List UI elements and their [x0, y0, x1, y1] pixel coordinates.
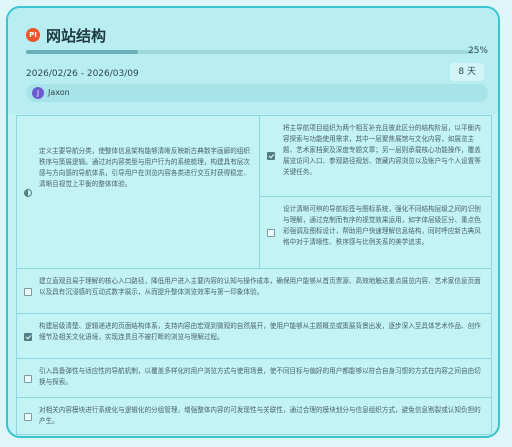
assignee-chip[interactable]: J Jaxon	[26, 84, 488, 102]
task-item[interactable]: 构建层级清楚、逻辑递进的页面结构体系，支持内容由宏观到微观的自然展开，使用户能够…	[16, 313, 492, 359]
card-header: PI 网站结构 25% 2026/02/26 - 2026/03/09 8 天 …	[8, 8, 498, 114]
task-checkbox[interactable]	[24, 333, 32, 341]
task-text: 定义主要导航分类，使整体信息架构能够清晰反映新古典数字画廊的组织秩序与策展逻辑。…	[39, 147, 250, 188]
page-title: 网站结构	[46, 27, 107, 45]
progress-percent: 25%	[467, 46, 488, 56]
task-text: 引入具备弹性与适应性的导航机制，以覆盖多样化的用户浏览方式与使用场景，使不同目标…	[39, 367, 481, 386]
task-item[interactable]: 引入具备弹性与适应性的导航机制，以覆盖多样化的用户浏览方式与使用场景，使不同目标…	[16, 358, 492, 398]
assignee-name: Jaxon	[48, 88, 70, 97]
task-checkbox[interactable]	[267, 152, 275, 160]
avatar: J	[32, 87, 44, 99]
task-text: 建立直观且易于理解的核心入口路径，降低用户进入主要内容的认知与操作成本，确保用户…	[39, 277, 481, 296]
task-text: 构建层级清楚、逻辑递进的页面结构体系，支持内容由宏观到微观的自然展开，使用户能够…	[39, 322, 481, 341]
progress-fill	[26, 50, 138, 54]
task-item[interactable]: 对相关内容模块进行系统化与逻辑化的分组管理，增强整体内容的可发现性与关联性，通过…	[16, 397, 492, 435]
task-text: 将主导航项目组织为两个相互补充且彼此区分的结构阶层，以平衡内容探索与功能使用需求…	[283, 124, 481, 176]
task-item[interactable]: 建立直观且易于理解的核心入口路径，降低用户进入主要内容的认知与操作成本，确保用户…	[16, 268, 492, 314]
task-item[interactable]: 将主导航项目组织为两个相互补充且彼此区分的结构阶层，以平衡内容探索与功能使用需求…	[259, 115, 492, 197]
task-checkbox[interactable]	[24, 375, 32, 383]
task-checkbox[interactable]	[24, 413, 32, 421]
task-card: PI 网站结构 25% 2026/02/26 - 2026/03/09 8 天 …	[6, 6, 500, 438]
task-checkbox[interactable]	[267, 229, 275, 237]
task-checkbox[interactable]	[24, 288, 32, 296]
task-item[interactable]: 定义主要导航分类，使整体信息架构能够清晰反映新古典数字画廊的组织秩序与策展逻辑。…	[16, 115, 260, 269]
progress-bar	[26, 50, 474, 54]
task-text: 设计清晰可辨的导航标签与图标系统，强化不同结构层级之间的识别与理解，通过克制而有…	[283, 205, 481, 246]
task-item[interactable]: 设计清晰可辨的导航标签与图标系统，强化不同结构层级之间的识别与理解，通过克制而有…	[259, 196, 492, 269]
partial-status-icon[interactable]	[24, 189, 32, 197]
task-text: 对相关内容模块进行系统化与逻辑化的分组管理，增强整体内容的可发现性与关联性，通过…	[39, 406, 481, 425]
app-logo-icon: PI	[26, 28, 40, 42]
duration-badge: 8 天	[450, 63, 484, 81]
date-range: 2026/02/26 - 2026/03/09	[26, 69, 139, 79]
